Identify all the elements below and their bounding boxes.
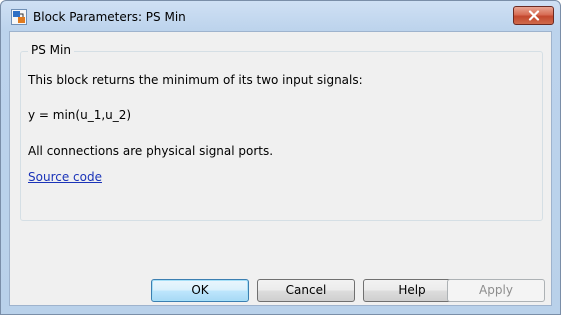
cancel-button[interactable]: Cancel — [257, 279, 355, 302]
ok-button[interactable]: OK — [151, 279, 249, 302]
group-title: PS Min — [28, 42, 74, 58]
description-text: This block returns the minimum of its tw… — [28, 73, 363, 87]
source-code-link[interactable]: Source code — [28, 169, 102, 185]
simulink-block-icon — [11, 9, 27, 25]
close-button[interactable] — [513, 6, 554, 25]
window-title: Block Parameters: PS Min — [33, 10, 186, 24]
close-icon — [528, 10, 540, 21]
apply-button: Apply — [447, 279, 545, 302]
ports-note-text: All connections are physical signal port… — [28, 144, 274, 158]
equation-text: y = min(u_1,u_2) — [28, 108, 132, 122]
dialog-window: Block Parameters: PS Min PS Min This blo… — [0, 0, 561, 315]
title-bar[interactable]: Block Parameters: PS Min — [1, 1, 560, 31]
dialog-body: PS Min This block returns the minimum of… — [9, 31, 552, 306]
